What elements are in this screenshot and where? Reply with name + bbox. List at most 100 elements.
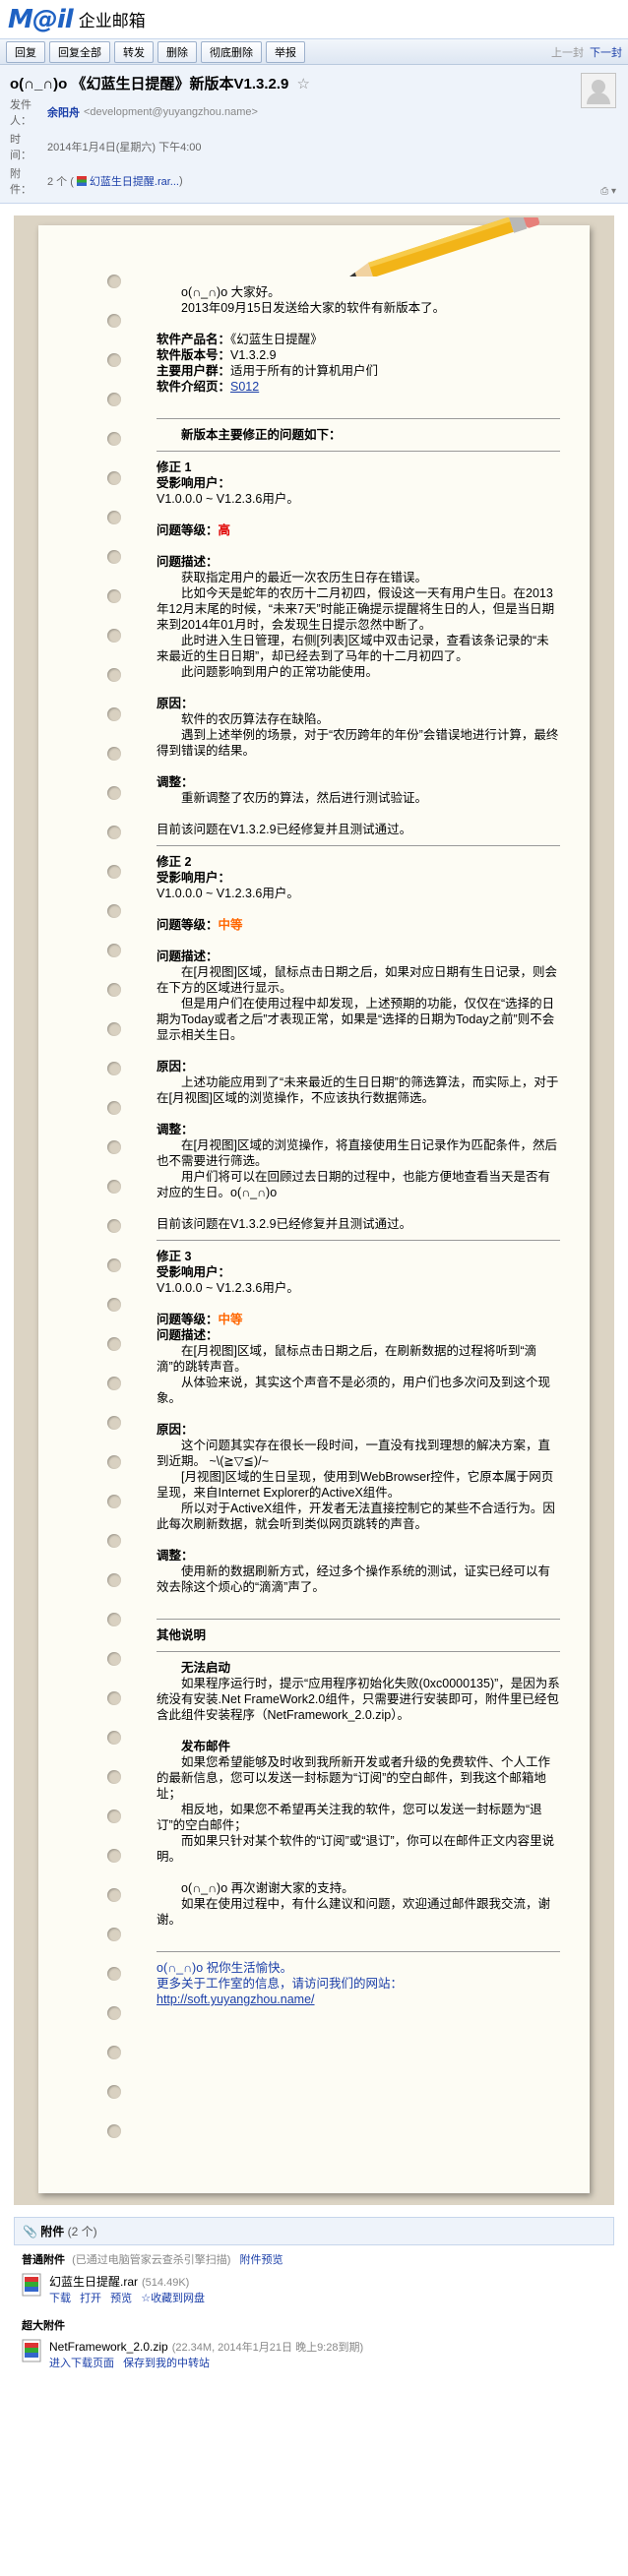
fix1-level: 高 [218,523,231,537]
page-row: 软件介绍页：S012 [157,379,560,395]
binder-hole [107,1140,121,1154]
save-to-transfer-link[interactable]: 保存到我的中转站 [123,2358,210,2369]
letter-content: o(∩_∩)o 大家好。 2013年09月15日发送给大家的软件有新版本了。 软… [157,284,560,2007]
fix3-level: 中等 [218,1313,243,1326]
fix2-level-label: 问题等级： [157,918,219,932]
binder-hole [107,1219,121,1233]
brand-bar: M@il 企业邮箱 [0,0,628,39]
forward-button[interactable]: 转发 [114,40,154,63]
report-button[interactable]: 举报 [266,40,305,63]
mail-logo-subtitle: 企业邮箱 [78,12,146,31]
binder-hole [107,1377,121,1390]
enter-download-page-link[interactable]: 进入下载页面 [49,2358,114,2369]
fix1-status: 目前该问题在V1.3.2.9已经修复并且测试通过。 [157,823,412,836]
binder-hole [107,1691,121,1705]
binder-hole [107,1652,121,1666]
other-title: 其他说明 [157,1628,207,1642]
binder-hole [107,2124,121,2138]
mail-subject: o(∩_∩)o 《幻蓝生日提醒》新版本V1.3.2.9 ☆ [10,73,618,93]
from-label: 发件人： [10,99,31,127]
mail-subject-text: o(∩_∩)o 《幻蓝生日提醒》新版本V1.3.2.9 [10,76,289,92]
attachment-preview-link[interactable]: 附件预览 [239,2254,283,2266]
delete-permanently-button[interactable]: 彻底删除 [201,40,262,63]
fix2-desc-label: 问题描述： [157,950,219,963]
binder-hole [107,865,121,879]
binder-hole [107,1180,121,1194]
software-page-link[interactable]: S012 [230,380,259,394]
print-icon[interactable]: ⎙ [600,186,608,197]
binder-hole [107,983,121,997]
fix1-affected-label: 受影响用户： [157,476,231,490]
letter-paper: o(∩_∩)o 大家好。 2013年09月15日发送给大家的软件有新版本了。 软… [38,217,590,2193]
fix2-status: 目前该问题在V1.3.2.9已经修复并且测试通过。 [157,1217,412,1231]
binder-hole [107,668,121,682]
save-to-disk-link[interactable]: ☆收藏到网盘 [141,2293,205,2304]
fix2-level-row: 问题等级：中等 [157,917,560,933]
download-link[interactable]: 下载 [49,2293,71,2304]
website-link[interactable]: http://soft.yuyangzhou.name/ [157,1993,315,2006]
fix1-fix-label: 调整： [157,775,194,789]
launch-text: 如果程序运行时，提示“应用程序初始化失败(0xc0000135)”，是因为系统没… [157,1677,560,1722]
divider [157,1619,560,1620]
zip-file-icon [22,2339,41,2362]
binder-hole [107,1455,121,1469]
divider [157,1951,560,1952]
fix1-desc-4: 此问题影响到用户的正常功能使用。 [181,665,379,679]
binder-hole [107,747,121,761]
attach-link[interactable]: 幻蓝生日提醒.rar... [90,173,179,189]
large-attachments: 超大附件 NetFramework_2.0.zip (22.34M, 2014年1… [14,2311,614,2376]
fix1-desc-label: 问题描述： [157,555,219,569]
rar-file-icon [22,2273,41,2297]
product-name-label: 软件产品名： [157,333,231,346]
thanks-1: o(∩_∩)o 再次谢谢大家的支持。 [181,1881,354,1895]
fix3-affected-label: 受影响用户： [157,1265,231,1279]
signature-1: o(∩_∩)o 祝你生活愉快。 [157,1961,293,1975]
avatar-head [592,80,605,93]
attach-close: ) [178,175,183,187]
fix1-level-row: 问题等级：高 [157,522,560,538]
attachments-header: 📎 附件 (2 个) [14,2217,614,2245]
version-label: 软件版本号： [157,348,231,362]
binder-hole [107,826,121,839]
binder-hole [107,1258,121,1272]
fix3-reason-label: 原因： [157,1423,194,1437]
open-link[interactable]: 打开 [80,2293,101,2304]
attachment-file-size: (22.34M, 2014年1月21日 晚上9:28到期) [171,2342,364,2354]
fix3-level-label: 问题等级： [157,1313,219,1326]
binder-hole [107,589,121,603]
binder-hole [107,471,121,485]
reply-button[interactable]: 回复 [6,40,45,63]
prev-mail-link[interactable]: 上一封 [551,44,584,60]
avatar[interactable] [581,73,616,108]
delete-button[interactable]: 删除 [157,40,197,63]
fix2-affected: V1.0.0.0 ~ V1.2.3.6用户。 [157,887,299,900]
binder-hole [107,944,121,957]
fix3-reason-2: [月视图]区域的生日呈现，使用到WebBrowser控件，它原本属于网页呈现，来… [157,1470,554,1500]
fix1-desc-1: 获取指定用户的最近一次农历生日存在错误。 [181,571,428,584]
divider [157,451,560,452]
binder-hole [107,1298,121,1312]
mail-time: 2014年1月4日(星期六) 下午4:00 [47,142,202,153]
binder-hole [107,1731,121,1745]
binder-hole [107,353,121,367]
binder-hole [107,1062,121,1075]
fix1-desc-2: 比如今天是蛇年的农历十二月初四，假设这一天有用户生日。在2013年12月末尾的时… [157,586,555,632]
product-name-row: 软件产品名：《幻蓝生日提醒》 [157,332,560,347]
next-mail-link[interactable]: 下一封 [590,44,622,60]
mail-logo[interactable]: M@il [8,5,74,34]
from-row: 发件人： 余阳舟 <development@yuyangzhou.name> [10,96,618,128]
star-icon[interactable]: ☆ [297,76,310,92]
preview-link[interactable]: 预览 [110,2293,132,2304]
binder-hole [107,1888,121,1902]
signature-2: 更多关于工作室的信息，请访问我们的网站： [157,1977,404,1991]
fix2-desc-2: 但是用户们在使用过程中却发现，上述预期的功能，仅仅在“选择的日期为Today或者… [157,997,555,1042]
binder-holes [107,275,125,2164]
sender-name[interactable]: 余阳舟 [47,104,80,120]
binder-hole [107,1534,121,1548]
more-icon[interactable]: ▾ [611,186,616,197]
fix3-fix-label: 调整： [157,1549,194,1563]
save-to-disk-label: 收藏到网盘 [151,2293,206,2304]
mail-title: 发布邮件 [181,1740,231,1753]
reply-all-button[interactable]: 回复全部 [49,40,110,63]
fix1-level-label: 问题等级： [157,523,219,537]
